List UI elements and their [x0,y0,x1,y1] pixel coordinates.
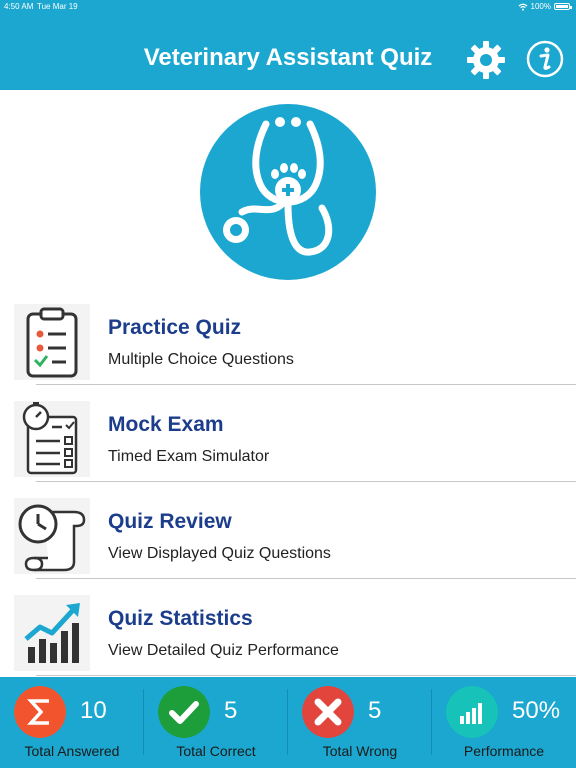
menu-item-subtitle: Timed Exam Simulator [108,448,270,465]
info-icon[interactable] [526,40,564,78]
menu-item-quiz-statistics[interactable]: Quiz Statistics View Detailed Quiz Perfo… [14,591,576,687]
status-right: 100% [518,2,572,11]
menu-item-subtitle: Multiple Choice Questions [108,351,294,368]
x-icon [302,686,354,738]
menu-item-title: Quiz Review [108,510,232,533]
menu-item-title: Quiz Statistics [108,607,253,630]
menu-item-mock-exam[interactable]: Mock Exam Timed Exam Simulator [14,397,576,493]
status-date: Tue Mar 19 [37,2,78,11]
stat-value: 10 [80,697,107,724]
stat-value: 5 [368,697,382,724]
stopwatch-checklist-icon [14,401,90,477]
status-bar: 4:50 AM Tue Mar 19 100% [0,0,576,14]
stat-label: Total Answered [24,743,120,759]
stethoscope-paw-logo [200,104,376,280]
clock-scroll-icon [14,498,90,574]
sigma-icon [14,686,66,738]
divider [36,481,576,482]
wifi-icon [518,3,527,11]
divider [36,675,576,676]
menu-item-quiz-review[interactable]: Quiz Review View Displayed Quiz Question… [14,494,576,590]
battery-icon [554,3,572,10]
divider [36,578,576,579]
stat-total-correct[interactable]: 5 Total Correct [144,677,288,768]
stat-value: 50% [512,697,561,724]
gear-icon[interactable] [466,40,506,80]
stat-label: Performance [463,743,545,759]
stat-label: Total Wrong [322,743,398,759]
stat-total-answered[interactable]: 10 Total Answered [0,677,144,768]
stats-bar: 10 Total Answered 5 Total Correct 5 Tota… [0,677,576,768]
clipboard-checklist-icon [14,304,90,380]
stat-label: Total Correct [176,743,256,759]
stat-value: 5 [224,697,238,724]
app-header: Veterinary Assistant Quiz [0,14,576,90]
stat-performance[interactable]: 50% Performance [432,677,576,768]
bar-chart-trend-icon [14,595,90,671]
menu-item-practice-quiz[interactable]: Practice Quiz Multiple Choice Questions [14,300,576,396]
bar-chart-icon [446,686,498,738]
status-time: 4:50 AM [4,2,34,11]
battery-percent: 100% [530,2,551,11]
menu-item-title: Mock Exam [108,413,224,436]
checkmark-icon [158,686,210,738]
stat-total-wrong[interactable]: 5 Total Wrong [288,677,432,768]
divider [36,384,576,385]
menu-item-subtitle: View Detailed Quiz Performance [108,642,339,659]
menu-item-subtitle: View Displayed Quiz Questions [108,545,331,562]
menu-item-title: Practice Quiz [108,316,242,339]
